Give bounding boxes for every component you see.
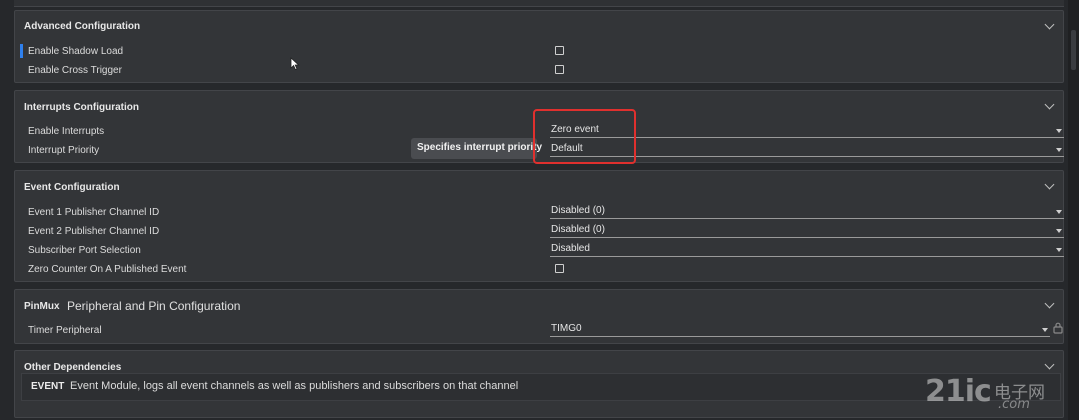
event1-publisher-select[interactable]: Disabled (0) bbox=[550, 205, 1064, 219]
interrupt-priority-tooltip: Specifies interrupt priority bbox=[411, 138, 542, 159]
chevron-down-icon[interactable] bbox=[1044, 99, 1055, 110]
dependency-item[interactable]: EVENT Event Module, logs all event chann… bbox=[21, 373, 1061, 401]
lock-icon[interactable] bbox=[1053, 322, 1063, 334]
enable-shadow-load-label: Enable Shadow Load bbox=[28, 46, 124, 57]
dropdown-caret-icon bbox=[1056, 129, 1062, 133]
scrollbar-thumb[interactable] bbox=[1071, 30, 1076, 70]
enable-cross-trigger-checkbox[interactable] bbox=[555, 65, 564, 74]
advanced-configuration-panel: Advanced Configuration Enable Shadow Loa… bbox=[14, 10, 1064, 83]
other-dependencies-panel: Other Dependencies EVENT Event Module, l… bbox=[14, 350, 1064, 418]
watermark-com: .com bbox=[998, 397, 1030, 412]
watermark-logo: 21ic bbox=[925, 374, 992, 409]
dependency-description: Event Module, logs all event channels as… bbox=[70, 380, 519, 392]
dropdown-caret-icon bbox=[1056, 229, 1062, 233]
event-configuration-panel: Event Configuration Event 1 Publisher Ch… bbox=[14, 170, 1064, 282]
event2-publisher-value: Disabled (0) bbox=[551, 224, 605, 235]
event2-publisher-select[interactable]: Disabled (0) bbox=[550, 224, 1064, 238]
enable-shadow-load-checkbox[interactable] bbox=[555, 46, 564, 55]
chevron-down-icon[interactable] bbox=[1044, 19, 1055, 30]
previous-panel-edge bbox=[14, 0, 1064, 7]
enable-cross-trigger-label: Enable Cross Trigger bbox=[28, 65, 122, 76]
red-highlight-box bbox=[533, 109, 636, 164]
chevron-down-icon[interactable] bbox=[1044, 298, 1055, 309]
enable-interrupts-label: Enable Interrupts bbox=[28, 126, 105, 137]
event1-publisher-value: Disabled (0) bbox=[551, 205, 605, 216]
mouse-pointer-icon bbox=[290, 57, 300, 71]
pinmux-panel: PinMux Peripheral and Pin Configuration … bbox=[14, 289, 1064, 344]
panel-title: Interrupts Configuration bbox=[24, 102, 139, 113]
subscriber-port-value: Disabled bbox=[551, 243, 590, 254]
timer-peripheral-label: Timer Peripheral bbox=[28, 325, 102, 336]
dropdown-caret-icon bbox=[1056, 148, 1062, 152]
subscriber-port-select[interactable]: Disabled bbox=[550, 243, 1064, 257]
panel-title: Other Dependencies bbox=[24, 362, 122, 373]
panel-title: Peripheral and Pin Configuration bbox=[67, 299, 241, 313]
zero-counter-label: Zero Counter On A Published Event bbox=[28, 264, 187, 275]
zero-counter-checkbox[interactable] bbox=[555, 264, 564, 273]
timer-peripheral-select[interactable]: TIMG0 bbox=[550, 323, 1050, 337]
subscriber-port-label: Subscriber Port Selection bbox=[28, 245, 141, 256]
panel-title: Advanced Configuration bbox=[24, 21, 141, 32]
chevron-down-icon[interactable] bbox=[1044, 359, 1055, 370]
focus-indicator bbox=[20, 44, 23, 58]
dropdown-caret-icon bbox=[1056, 210, 1062, 214]
dependency-tag: EVENT bbox=[31, 381, 65, 392]
dropdown-caret-icon bbox=[1056, 248, 1062, 252]
event1-publisher-label: Event 1 Publisher Channel ID bbox=[28, 207, 160, 218]
event2-publisher-label: Event 2 Publisher Channel ID bbox=[28, 226, 160, 237]
vertical-scrollbar[interactable] bbox=[1068, 0, 1079, 420]
pinmux-tag: PinMux bbox=[24, 301, 60, 312]
dropdown-caret-icon bbox=[1042, 328, 1048, 332]
timer-peripheral-value: TIMG0 bbox=[551, 323, 582, 334]
interrupt-priority-label: Interrupt Priority bbox=[28, 145, 100, 156]
chevron-down-icon[interactable] bbox=[1044, 179, 1055, 190]
panel-title: Event Configuration bbox=[24, 182, 120, 193]
